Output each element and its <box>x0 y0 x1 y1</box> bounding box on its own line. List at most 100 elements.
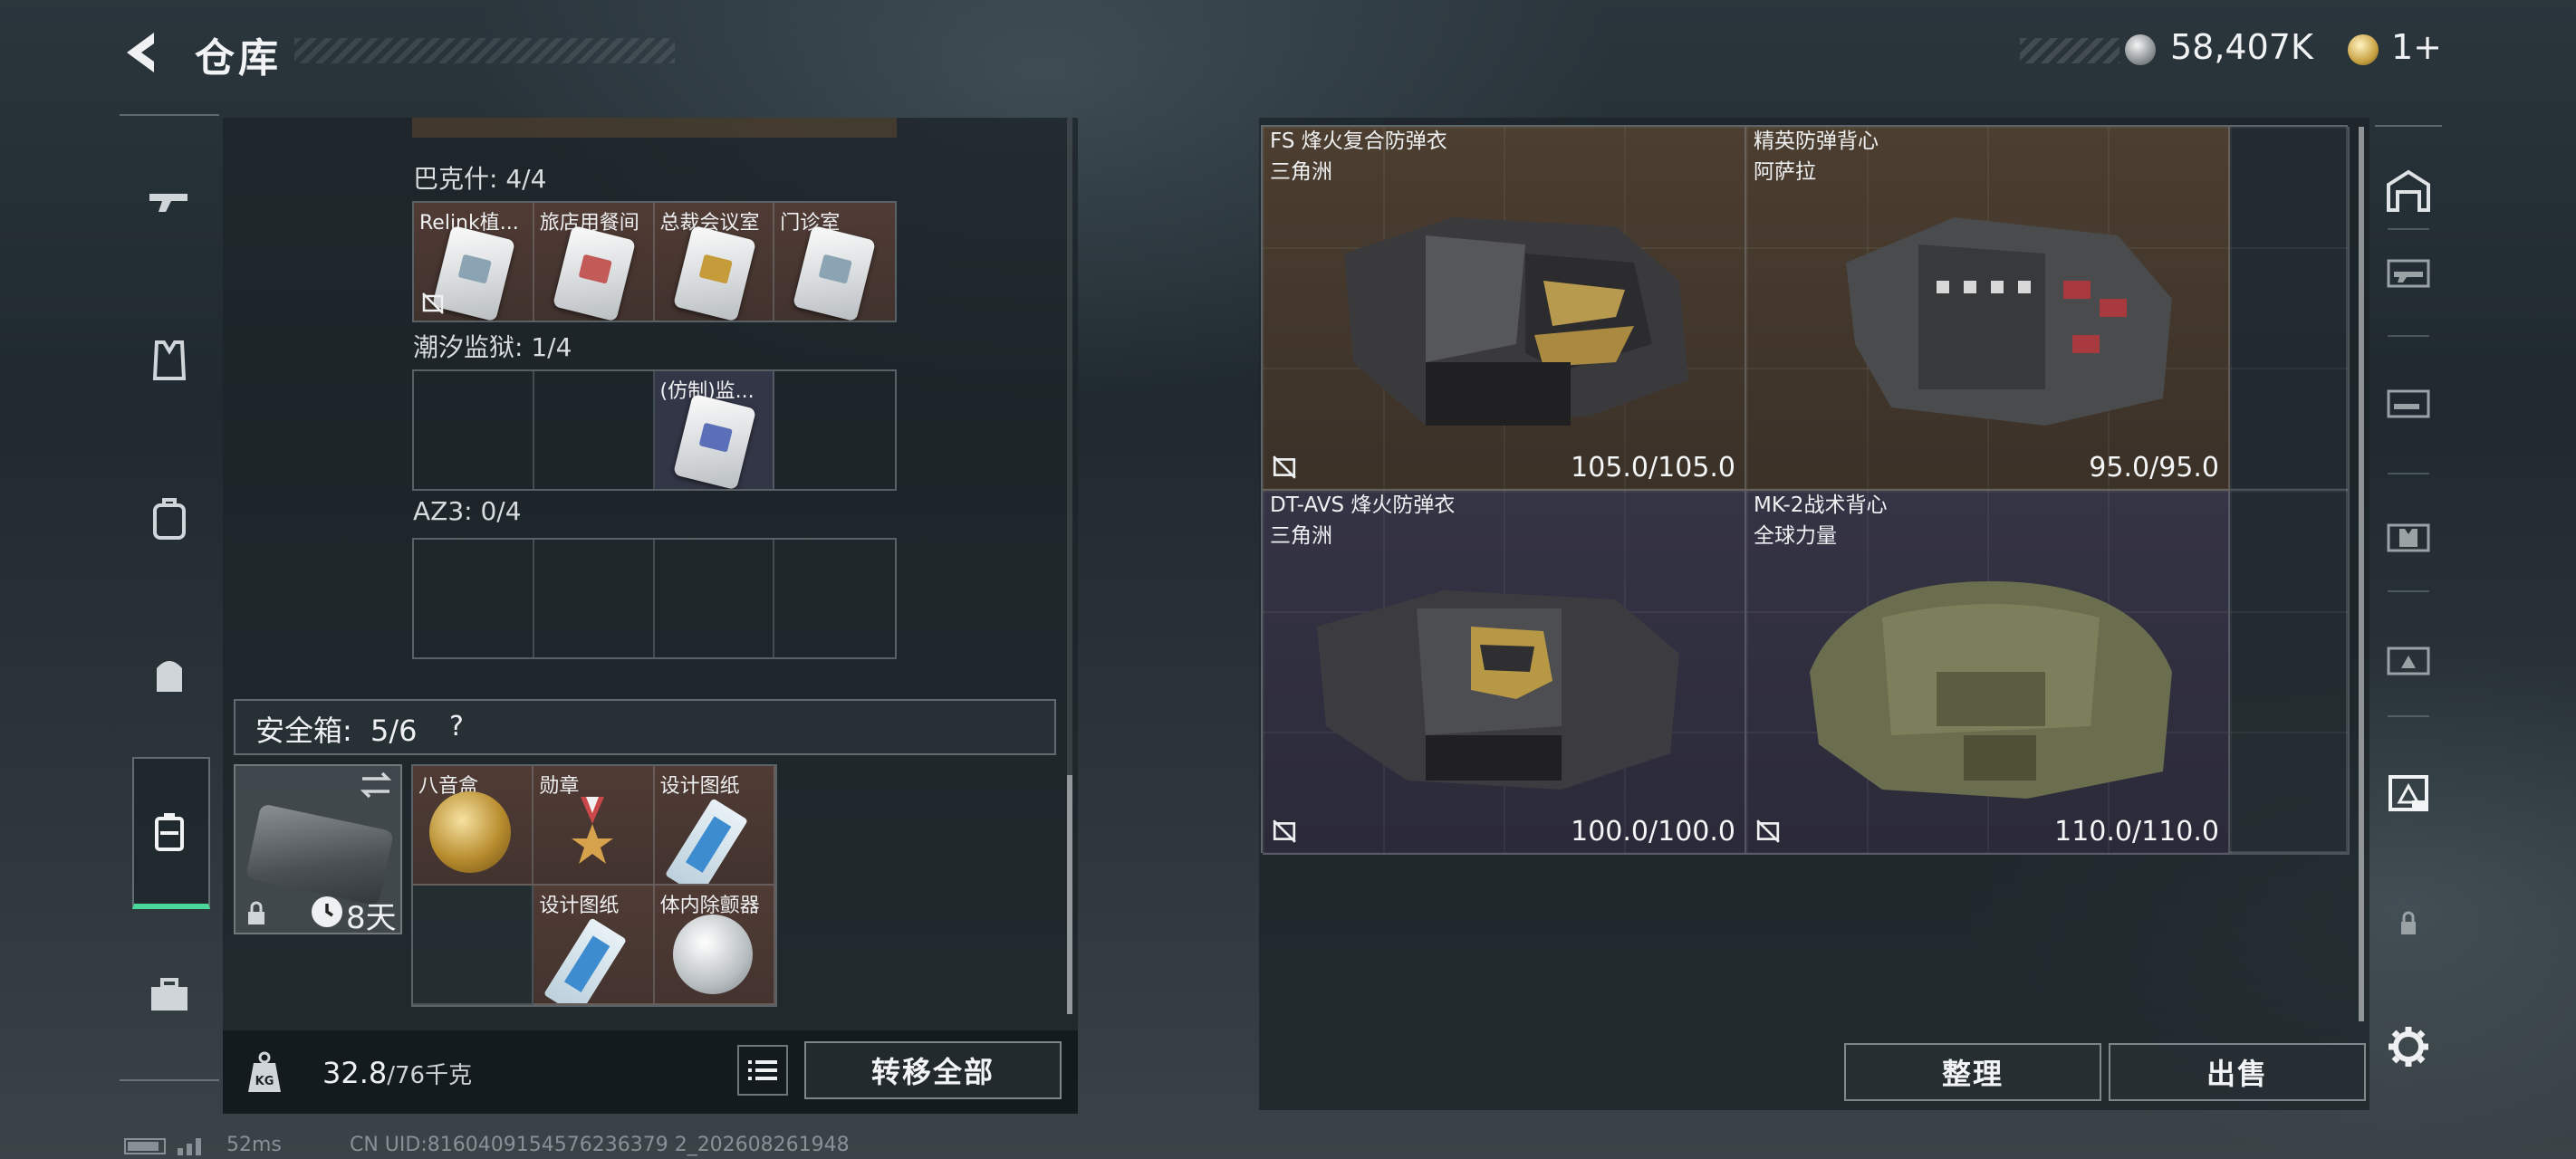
safe-box-count: 5/6 <box>370 714 418 748</box>
list-view-button[interactable] <box>737 1045 788 1096</box>
rail-armor-tab[interactable] <box>120 315 219 406</box>
grid-slot[interactable]: 体内除颤器 <box>654 886 775 1005</box>
battery-signal-icon <box>124 1138 201 1155</box>
back-icon[interactable] <box>118 27 163 78</box>
grid-slot[interactable]: 旅店用餐间 <box>533 203 655 321</box>
divider <box>2388 335 2429 337</box>
attachment-icon <box>2387 389 2430 418</box>
grid-slot[interactable] <box>2230 491 2350 855</box>
rail-weapon-tab[interactable] <box>120 156 219 246</box>
warehouse-tab-attachments[interactable] <box>2375 369 2442 438</box>
armor-slot[interactable]: 精英防弹背心 阿萨拉 95.0/95.0 <box>1746 127 2230 491</box>
weight-icon: KG <box>248 1051 281 1092</box>
armor-vest-image <box>1317 590 1679 790</box>
svg-text:KG: KG <box>255 1075 274 1088</box>
weight-current: 32.8 <box>322 1056 388 1090</box>
warehouse-tab-helmets[interactable] <box>2375 627 2442 695</box>
grid-slot[interactable]: 设计图纸 <box>533 886 655 1005</box>
grid-slot[interactable] <box>2230 127 2350 491</box>
warehouse-tab-armor[interactable] <box>2375 503 2442 572</box>
warehouse-tab-rail <box>2375 125 2442 127</box>
warehouse-tab-keys[interactable] <box>2375 757 2442 826</box>
backpack-icon <box>153 498 186 540</box>
warehouse-icon <box>2387 169 2430 212</box>
item-label: 勋章 <box>539 775 580 798</box>
case-icon <box>155 813 184 851</box>
loadout-scroll-thumb[interactable] <box>1067 775 1072 1014</box>
grid-slot[interactable]: 勋章 <box>533 766 655 886</box>
bag-icon <box>157 661 182 692</box>
transfer-all-button[interactable]: 转移全部 <box>804 1041 1062 1099</box>
rail-safebox-tab[interactable] <box>120 786 219 876</box>
armor-name: FS 烽火复合防弹衣 <box>1270 129 1447 153</box>
previous-row-strip <box>412 118 897 138</box>
armor-durability: 100.0/100.0 <box>1571 816 1735 848</box>
no-trade-icon <box>1756 819 1780 843</box>
grid-slot[interactable] <box>534 540 655 657</box>
help-icon[interactable]: ? <box>438 708 475 744</box>
armor-slot[interactable]: FS 烽火复合防弹衣 三角洲 105.0/105.0 <box>1263 127 1746 491</box>
keycard-grid-az3 <box>412 538 897 659</box>
rail-backpack-tab[interactable] <box>120 473 219 563</box>
rail-toolbox-tab[interactable] <box>120 949 219 1039</box>
warehouse-tab-locked[interactable] <box>2375 889 2442 958</box>
armor-name: DT-AVS 烽火防弹衣 <box>1270 493 1456 517</box>
grid-slot[interactable] <box>534 371 655 489</box>
armor-name: MK-2战术背心 <box>1754 493 1888 517</box>
grid-slot[interactable]: (仿制)监... <box>654 371 775 489</box>
swap-icon[interactable] <box>357 770 395 800</box>
armor-slot[interactable]: DT-AVS 烽火防弹衣 三角洲 100.0/100.0 <box>1263 491 1746 855</box>
no-trade-icon <box>1273 819 1296 843</box>
warehouse-tab-weapons[interactable] <box>2375 239 2442 308</box>
defibrillator-icon <box>672 915 753 994</box>
grid-slot[interactable]: 门诊室 <box>774 203 895 321</box>
grid-slot[interactable]: 八音盒 <box>413 766 534 886</box>
grid-slot[interactable] <box>414 540 534 657</box>
armor-vest-image <box>1344 217 1688 426</box>
keycard-icon <box>552 225 636 321</box>
page-title: 仓库 <box>195 35 282 81</box>
group-label: 巴克什: 4/4 <box>413 164 547 194</box>
weight-readout: 32.8/76千克 <box>322 1056 472 1090</box>
armor-maker: 三角洲 <box>1270 524 1332 548</box>
armor-grid: FS 烽火复合防弹衣 三角洲 105.0/105.0 精英防弹背心 阿萨拉 95… <box>1261 125 2350 855</box>
grid-slot[interactable] <box>774 371 895 489</box>
armor-vest-image <box>1810 581 2172 799</box>
grid-slot[interactable] <box>414 371 534 489</box>
grid-slot[interactable] <box>774 540 895 657</box>
gun-icon <box>149 194 187 212</box>
ping-readout: 52ms <box>226 1134 282 1156</box>
gold-currency[interactable]: 1+ <box>2391 27 2442 67</box>
armor-name: 精英防弹背心 <box>1754 129 1879 153</box>
rifle-icon <box>2387 259 2430 288</box>
divider <box>2388 473 2429 474</box>
grid-slot[interactable]: Relink植... <box>414 203 534 321</box>
armor-maker: 阿萨拉 <box>1754 160 1816 184</box>
blueprint-icon <box>543 917 628 1003</box>
gear-icon <box>2389 1027 2428 1067</box>
lock-icon <box>248 901 264 924</box>
keycard-icon <box>672 225 756 321</box>
armor-durability: 110.0/110.0 <box>2054 816 2219 848</box>
warehouse-scrollbar[interactable] <box>2359 127 2364 1021</box>
safe-box-expiry: 8天 <box>346 900 397 936</box>
grid-slot[interactable]: 总裁会议室 <box>654 203 775 321</box>
organize-button[interactable]: 整理 <box>1844 1043 2101 1101</box>
keycard-grid-bakesh: Relink植... 旅店用餐间 总裁会议室 门诊室 <box>412 201 897 322</box>
warehouse-tab-all[interactable] <box>2375 156 2442 225</box>
weight-capacity: /76千克 <box>387 1062 473 1089</box>
keycard-grid-tidal-prison: (仿制)监... <box>412 369 897 491</box>
sell-button[interactable]: 出售 <box>2109 1043 2366 1101</box>
safe-box-grid: 八音盒 勋章 设计图纸 设计图纸 体内除颤器 <box>411 764 777 1007</box>
clock-icon <box>312 896 342 927</box>
armor-slot[interactable]: MK-2战术背心 全球力量 110.0/110.0 <box>1746 491 2230 855</box>
grid-slot[interactable] <box>655 540 775 657</box>
grid-slot[interactable] <box>413 886 534 1005</box>
armor-durability: 95.0/95.0 <box>2089 452 2219 484</box>
rail-bag-tab[interactable] <box>120 628 219 719</box>
grid-slot[interactable]: 设计图纸 <box>654 766 775 886</box>
settings-button[interactable] <box>2375 1012 2442 1081</box>
armor-maker: 三角洲 <box>1270 160 1332 184</box>
item-label: 设计图纸 <box>539 895 620 917</box>
medal-icon <box>572 797 614 864</box>
